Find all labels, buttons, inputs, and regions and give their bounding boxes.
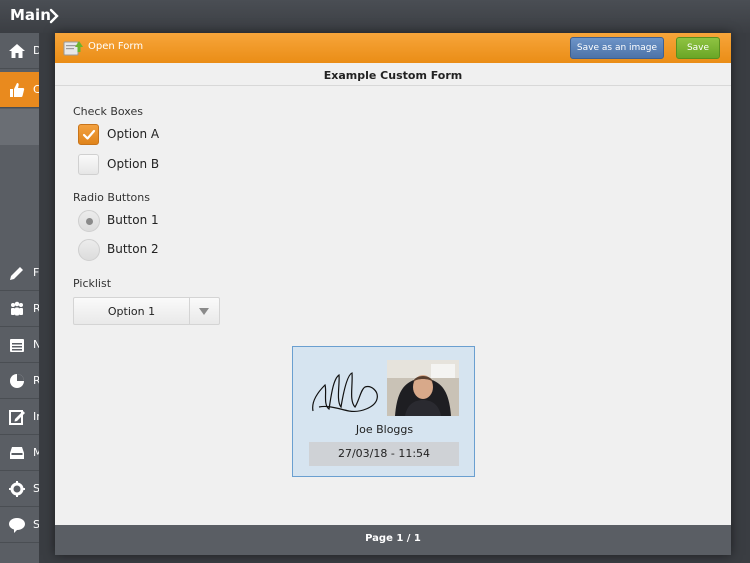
- radio-dot: [86, 218, 93, 225]
- chat-bubble-icon: [9, 518, 25, 533]
- sidebar-item-support[interactable]: S: [0, 507, 39, 543]
- app-bar: Main: [0, 0, 750, 33]
- chevron-down-icon[interactable]: [199, 308, 209, 316]
- modal-header: Open Form Save as an image Save: [55, 33, 731, 63]
- gear-icon: [9, 481, 25, 497]
- people-icon: [11, 301, 23, 316]
- checkbox-checked[interactable]: [78, 124, 99, 145]
- sidebar-item-dashboard[interactable]: D: [0, 33, 39, 69]
- radios-label: Radio Buttons: [73, 191, 150, 204]
- picklist-value: Option 1: [107, 305, 156, 318]
- signature-card[interactable]: Joe Bloggs 27/03/18 - 11:54: [292, 346, 475, 477]
- picklist-select[interactable]: Option 1: [73, 297, 220, 325]
- save-as-image-button[interactable]: Save as an image: [570, 37, 664, 59]
- inbox-icon: [10, 447, 24, 459]
- edit-icon: [9, 410, 25, 425]
- sidebar-item-label: N: [33, 338, 39, 351]
- divider: [55, 85, 731, 86]
- sidebar-subpanel: [0, 109, 39, 145]
- form-title: Example Custom Form: [323, 69, 463, 82]
- picklist-separator: [189, 298, 190, 324]
- radio-selected[interactable]: [78, 210, 100, 232]
- open-form-icon: [63, 41, 83, 56]
- sidebar-item-edit[interactable]: In: [0, 399, 39, 435]
- sidebar-item-custom-forms[interactable]: C: [0, 72, 39, 108]
- chevron-right-icon[interactable]: [46, 8, 62, 24]
- pie-chart-icon: [10, 374, 24, 388]
- sidebar-item-messages[interactable]: M: [0, 435, 39, 471]
- sidebar-item-label: M: [33, 446, 39, 459]
- sidebar-item-label: R: [33, 374, 39, 387]
- sidebar-item-reports[interactable]: R: [0, 363, 39, 399]
- modal-footer: Page 1 / 1: [55, 525, 731, 555]
- radio-unselected[interactable]: [78, 239, 100, 261]
- modal-title: Open Form: [88, 41, 144, 52]
- app-title: Main: [10, 6, 51, 24]
- form-modal: Open Form Save as an image Save Example …: [55, 33, 731, 555]
- sidebar-item-label: R: [33, 302, 39, 315]
- sidebar-item-settings[interactable]: S: [0, 471, 39, 507]
- signature-image: [312, 372, 378, 412]
- calendar-icon: [10, 339, 24, 352]
- checkbox-unchecked[interactable]: [78, 154, 99, 175]
- sidebar-item-label: D: [33, 44, 39, 57]
- sidebar-item-label: C: [33, 83, 39, 96]
- sidebar-item-label: S: [33, 518, 39, 531]
- option-label: Option B: [107, 157, 160, 171]
- option-label: Button 2: [107, 242, 159, 256]
- picklist-label: Picklist: [73, 277, 112, 290]
- option-label: Option A: [107, 127, 160, 141]
- person-photo: [387, 360, 459, 416]
- home-icon: [9, 44, 25, 58]
- thumbs-up-icon: [10, 83, 25, 97]
- sidebar-item-calendar[interactable]: N: [0, 327, 39, 363]
- pencil-icon: [10, 267, 23, 280]
- checkboxes-label: Check Boxes: [73, 105, 143, 118]
- page-indicator: Page 1 / 1: [365, 533, 421, 544]
- option-label: Button 1: [107, 213, 159, 227]
- sidebar-item-people[interactable]: R: [0, 291, 39, 327]
- sidebar-item-label: F: [33, 266, 39, 279]
- sidebar-item-label: In: [33, 410, 39, 423]
- checkmark-icon: [82, 129, 96, 140]
- sidebar: D C F R N R I M S S: [0, 33, 39, 563]
- signer-name: Joe Bloggs: [355, 423, 414, 436]
- signature-timestamp: 27/03/18 - 11:54: [309, 442, 459, 466]
- save-button[interactable]: Save: [676, 37, 720, 59]
- sidebar-item-label: S: [33, 482, 39, 495]
- sidebar-item-forms[interactable]: F: [0, 255, 39, 291]
